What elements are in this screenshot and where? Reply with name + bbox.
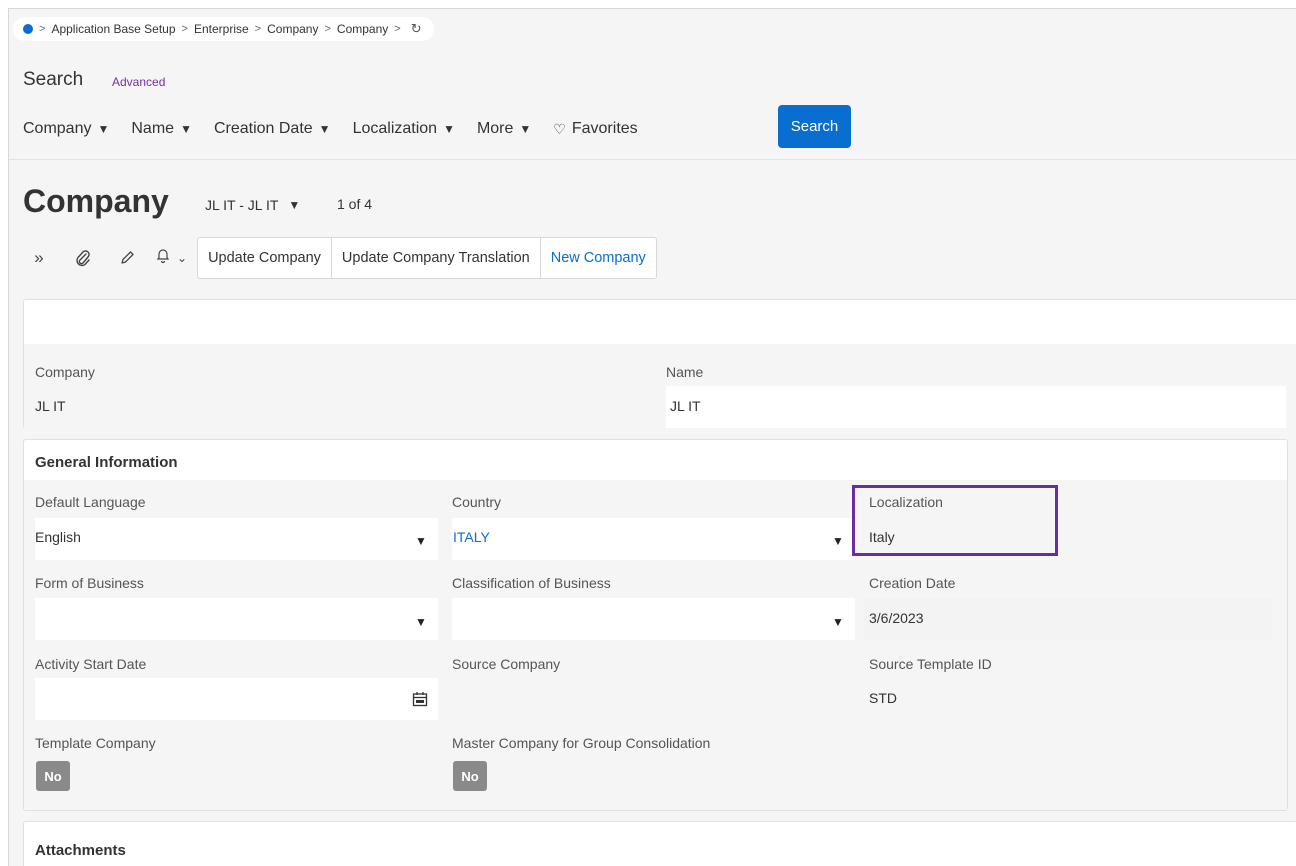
filter-label: Company	[23, 120, 92, 137]
record-selector[interactable]: JL IT - JL IT ▼	[205, 197, 300, 213]
attachments-title[interactable]: Attachments	[35, 842, 126, 859]
new-company-button[interactable]: New Company	[541, 238, 656, 278]
refresh-icon[interactable]: ↻	[411, 21, 422, 37]
breadcrumb: > Application Base Setup > Enterprise > …	[13, 17, 434, 41]
form-of-business-label: Form of Business	[35, 575, 144, 591]
caret-down-icon: ▼	[288, 198, 301, 212]
name-label: Name	[666, 364, 704, 380]
creation-date-label: Creation Date	[869, 575, 956, 591]
name-field[interactable]	[666, 386, 1286, 428]
master-company-label: Master Company for Group Consolidation	[452, 735, 711, 751]
breadcrumb-item-company[interactable]: Company	[267, 22, 318, 36]
advanced-search-link[interactable]: Advanced	[112, 75, 165, 89]
template-company-toggle[interactable]: No	[36, 761, 70, 791]
notification-menu[interactable]: ⌄	[155, 247, 187, 269]
caret-down-icon[interactable]: ▼	[832, 615, 844, 629]
default-language-label: Default Language	[35, 494, 146, 510]
command-group: Update Company Update Company Translatio…	[197, 237, 657, 279]
caret-down-icon: ▼	[519, 122, 532, 136]
template-company-label: Template Company	[35, 735, 156, 751]
activity-start-date-label: Activity Start Date	[35, 656, 147, 672]
master-company-toggle[interactable]: No	[453, 761, 487, 791]
source-template-id-value: STD	[869, 690, 897, 706]
filter-label: Creation Date	[213, 120, 313, 137]
caret-down-icon: ▼	[180, 122, 192, 136]
update-company-translation-button[interactable]: Update Company Translation	[332, 238, 541, 278]
filter-company[interactable]: Company ▼	[23, 120, 109, 138]
filter-label: More	[476, 120, 514, 137]
default-language-select[interactable]	[35, 518, 438, 560]
record-selector-label: JL IT - JL IT	[205, 197, 279, 213]
section-divider	[9, 159, 1296, 160]
search-filters: Company ▼ Name ▼ Creation Date ▼ Localizati…	[23, 113, 660, 145]
source-template-id-label: Source Template ID	[869, 656, 992, 672]
pencil-icon[interactable]	[111, 242, 143, 274]
general-information-card: General Information Default Language Eng…	[23, 439, 1288, 811]
chevron-right-icon: >	[324, 23, 331, 35]
creation-date-value: 3/6/2023	[869, 610, 924, 626]
chevron-right-icon: >	[39, 23, 46, 35]
caret-down-icon[interactable]: ▼	[832, 534, 844, 548]
company-value: JL IT	[35, 398, 66, 414]
creation-date-readonly-box	[864, 598, 1272, 640]
header-card: Company JL IT Name JL IT	[23, 299, 1296, 430]
expand-icon[interactable]: »	[23, 242, 55, 274]
filter-more[interactable]: More ▼	[477, 120, 531, 138]
general-information-title: General Information	[35, 454, 178, 471]
filter-name[interactable]: Name ▼	[131, 120, 192, 138]
attachments-card: Attachments	[23, 821, 1296, 866]
form-of-business-select[interactable]	[35, 598, 438, 640]
country-select[interactable]	[452, 518, 855, 560]
caret-down-icon: ▼	[443, 122, 455, 136]
breadcrumb-item-application-base-setup[interactable]: Application Base Setup	[51, 22, 175, 36]
heart-icon: ♡	[553, 120, 566, 137]
search-title: Search	[23, 69, 84, 90]
paperclip-icon[interactable]	[67, 242, 99, 274]
default-language-value: English	[35, 529, 81, 545]
breadcrumb-item-enterprise[interactable]: Enterprise	[194, 22, 249, 36]
filter-localization[interactable]: Localization ▼	[353, 120, 455, 138]
filter-label: Name	[131, 120, 175, 137]
favorites-filter[interactable]: ♡ Favorites	[553, 120, 637, 138]
caret-down-icon: ▼	[97, 122, 110, 136]
country-value[interactable]: ITALY	[453, 529, 490, 545]
filter-creation-date[interactable]: Creation Date ▼	[214, 120, 331, 138]
localization-highlight	[852, 485, 1058, 556]
search-button[interactable]: Search	[778, 105, 851, 148]
main-frame: > Application Base Setup > Enterprise > …	[8, 8, 1296, 866]
classification-of-business-select[interactable]	[452, 598, 855, 640]
caret-down-icon[interactable]: ▼	[415, 534, 427, 548]
chevron-right-icon: >	[254, 23, 262, 35]
chevron-right-icon: >	[181, 23, 188, 35]
chevron-right-icon: >	[394, 23, 401, 35]
caret-down-icon: ▼	[318, 122, 331, 136]
breadcrumb-item-company-current[interactable]: Company	[337, 22, 388, 36]
company-label: Company	[35, 364, 95, 380]
page-title: Company	[23, 183, 169, 219]
caret-down-icon[interactable]: ▼	[415, 615, 427, 629]
record-count: 1 of 4	[337, 196, 373, 212]
name-value: JL IT	[670, 398, 701, 414]
chevron-down-icon: ⌄	[177, 251, 188, 265]
calendar-icon[interactable]	[412, 691, 428, 710]
activity-start-date-input[interactable]	[35, 678, 438, 720]
filter-label: Localization	[352, 120, 438, 137]
country-label: Country	[452, 494, 502, 510]
update-company-button[interactable]: Update Company	[198, 238, 332, 278]
toolbar: » ⌄ Update Company Update Company Transl…	[23, 237, 657, 279]
classification-of-business-label: Classification of Business	[452, 575, 611, 591]
favorites-label: Favorites	[571, 120, 638, 137]
home-dot-icon[interactable]	[23, 24, 33, 34]
source-company-label: Source Company	[452, 656, 561, 672]
bell-icon	[155, 247, 171, 269]
